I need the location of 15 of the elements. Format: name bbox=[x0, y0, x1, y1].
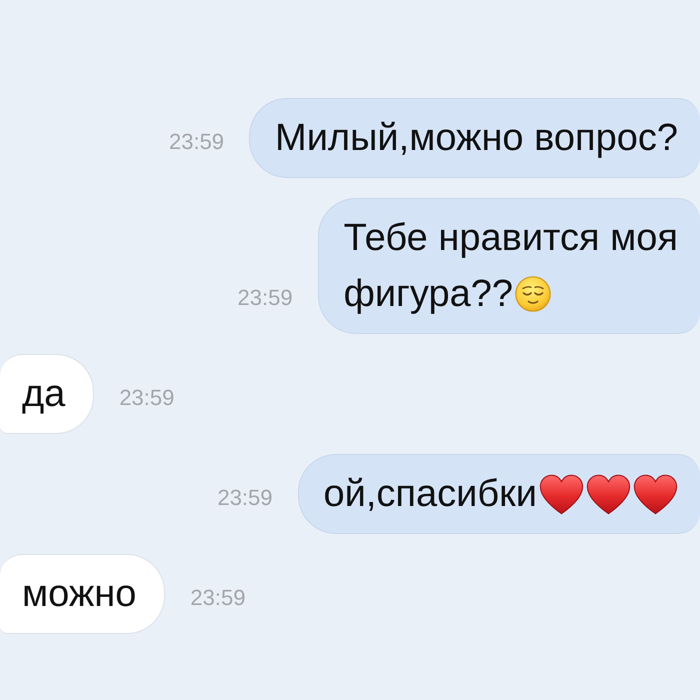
message-time: 23:59 bbox=[238, 286, 293, 310]
message-time: 23:59 bbox=[217, 486, 273, 510]
message-time: 23:59 bbox=[119, 386, 174, 410]
relieved-face-icon bbox=[515, 276, 552, 312]
message-time: 23:59 bbox=[190, 586, 246, 610]
heart-icon bbox=[539, 474, 584, 514]
heart-icon bbox=[586, 474, 631, 514]
message-text: ой,спасибки bbox=[324, 472, 537, 517]
message-text: Милый,можно вопрос? bbox=[275, 116, 678, 161]
message-text: Тебе нравится моя bbox=[344, 216, 678, 261]
message-time: 23:59 bbox=[168, 130, 224, 154]
message-text: фигура?? bbox=[344, 272, 514, 317]
heart-icon bbox=[633, 474, 678, 514]
message-text: можно bbox=[22, 572, 136, 617]
message-text: да bbox=[22, 372, 66, 417]
